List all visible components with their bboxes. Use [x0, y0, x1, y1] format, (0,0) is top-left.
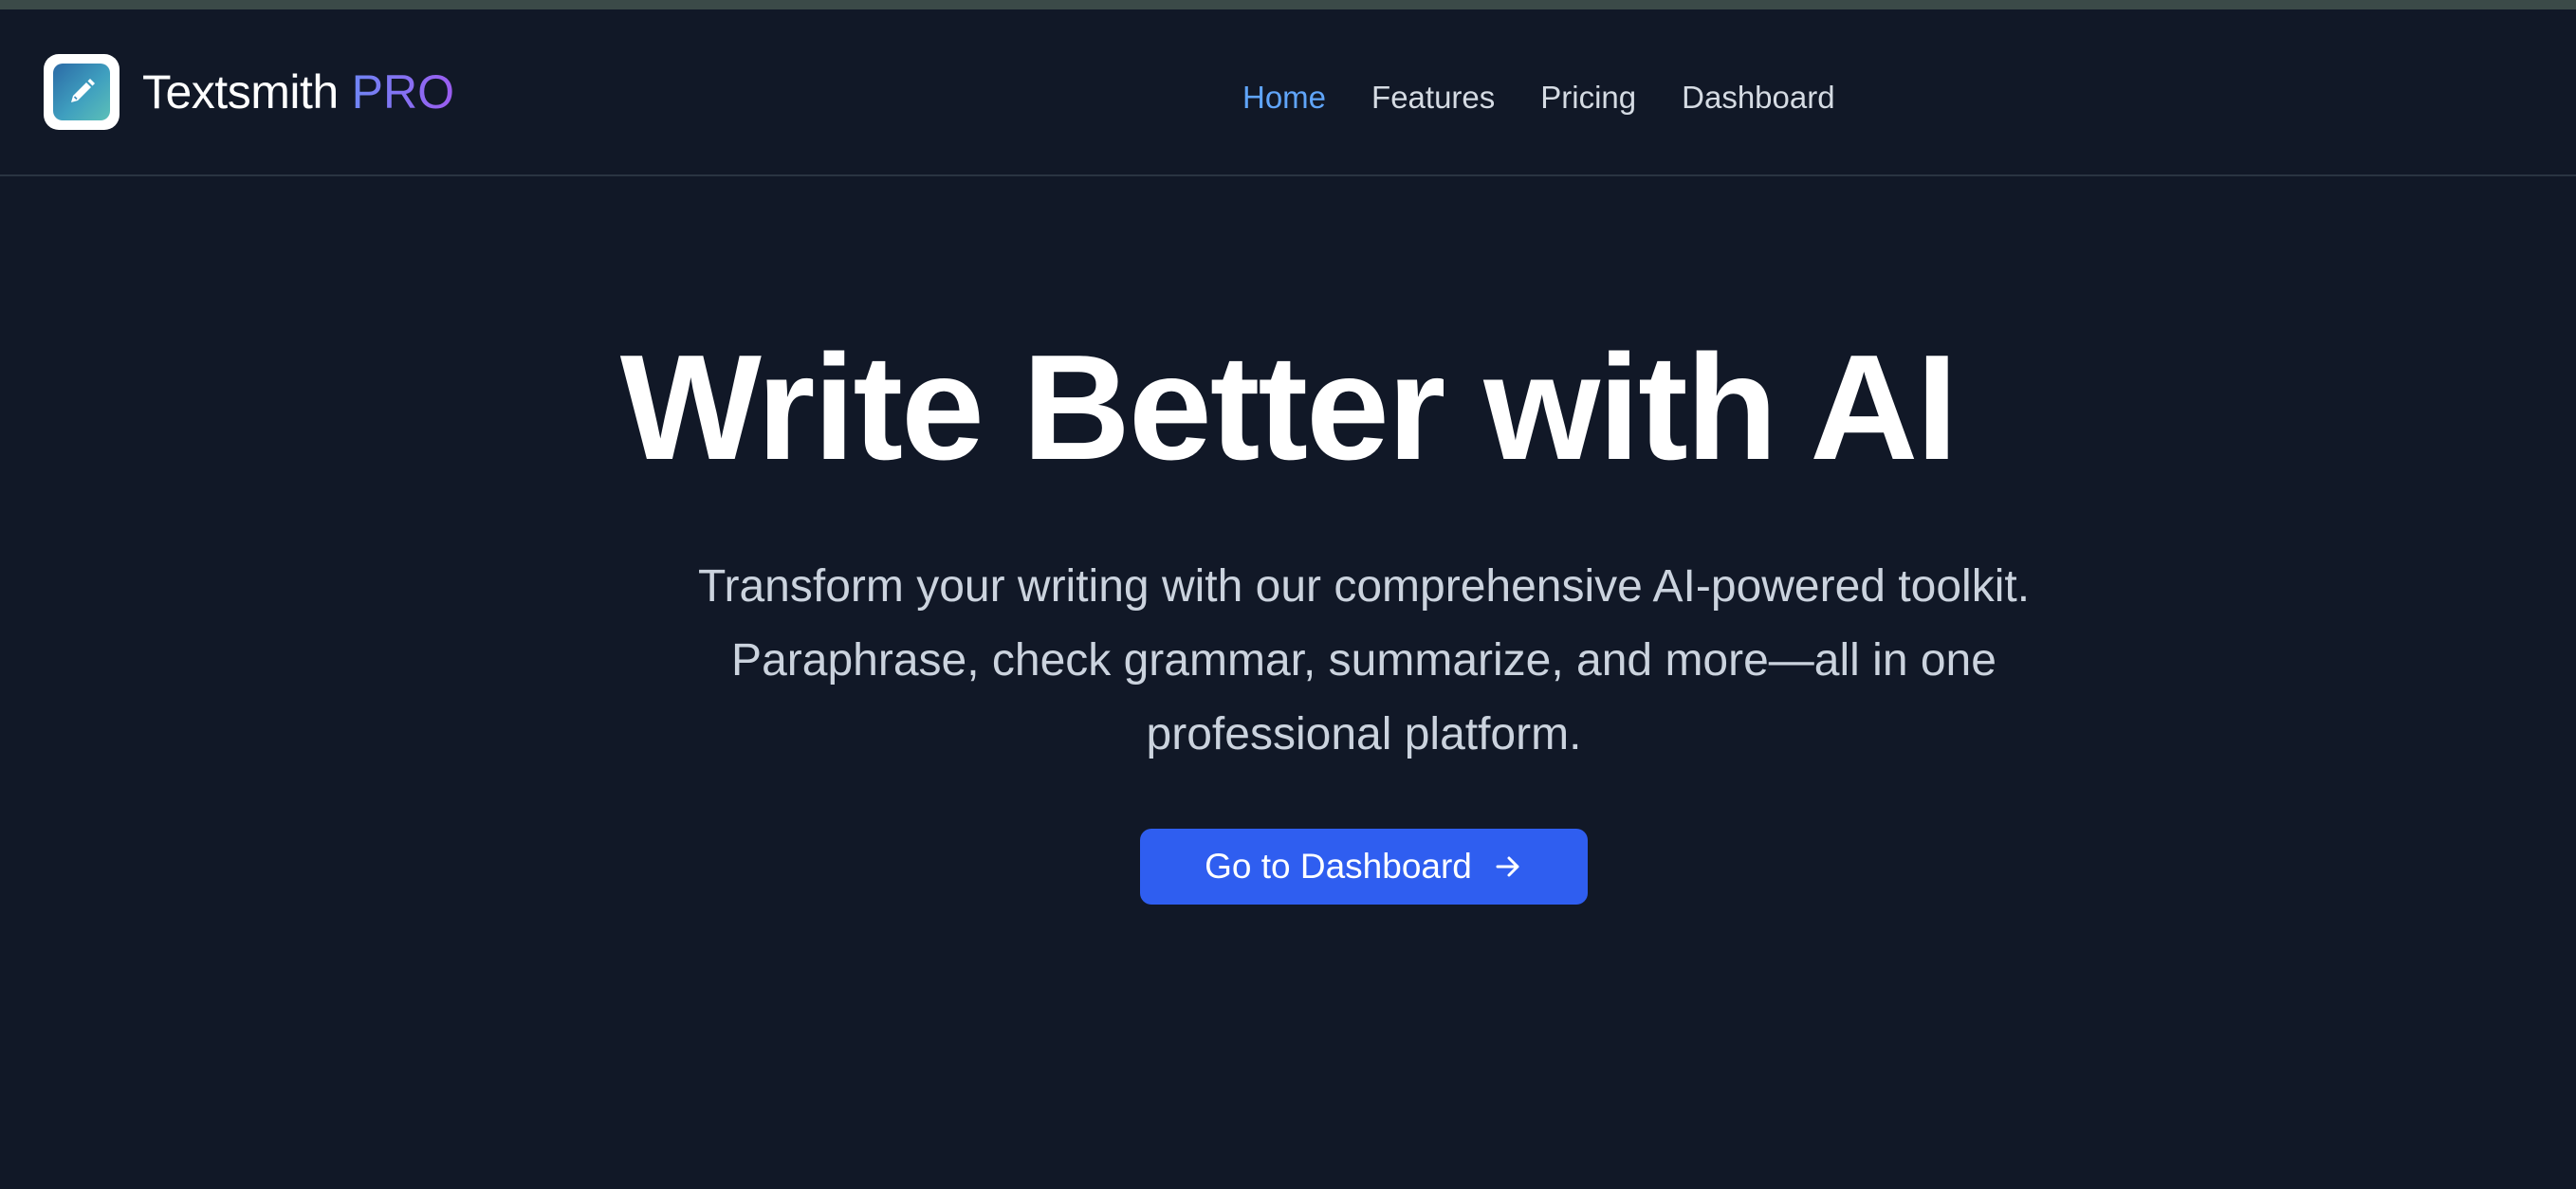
go-to-dashboard-button[interactable]: Go to Dashboard	[1140, 829, 1588, 905]
navbar: Textsmith PRO Home Features Pricing Dash…	[0, 9, 2576, 176]
main-nav: Home Features Pricing Dashboard	[1242, 80, 1835, 116]
nav-link-dashboard[interactable]: Dashboard	[1682, 80, 1834, 116]
nav-link-home[interactable]: Home	[1242, 80, 1326, 116]
nav-link-features[interactable]: Features	[1371, 80, 1495, 116]
brand-pro-badge: PRO	[351, 65, 455, 119]
arrow-right-icon	[1493, 851, 1523, 882]
hero-subtitle: Transform your writing with our comprehe…	[697, 561, 2031, 759]
cta-label: Go to Dashboard	[1205, 847, 1472, 886]
browser-top-strip	[0, 0, 2576, 9]
brand-logo	[44, 54, 120, 130]
brand[interactable]: Textsmith PRO	[44, 54, 454, 130]
hero-title: Write Better with AI	[619, 324, 1958, 491]
nav-link-pricing[interactable]: Pricing	[1540, 80, 1636, 116]
pencil-icon	[53, 64, 110, 120]
brand-name: Textsmith	[142, 65, 339, 119]
